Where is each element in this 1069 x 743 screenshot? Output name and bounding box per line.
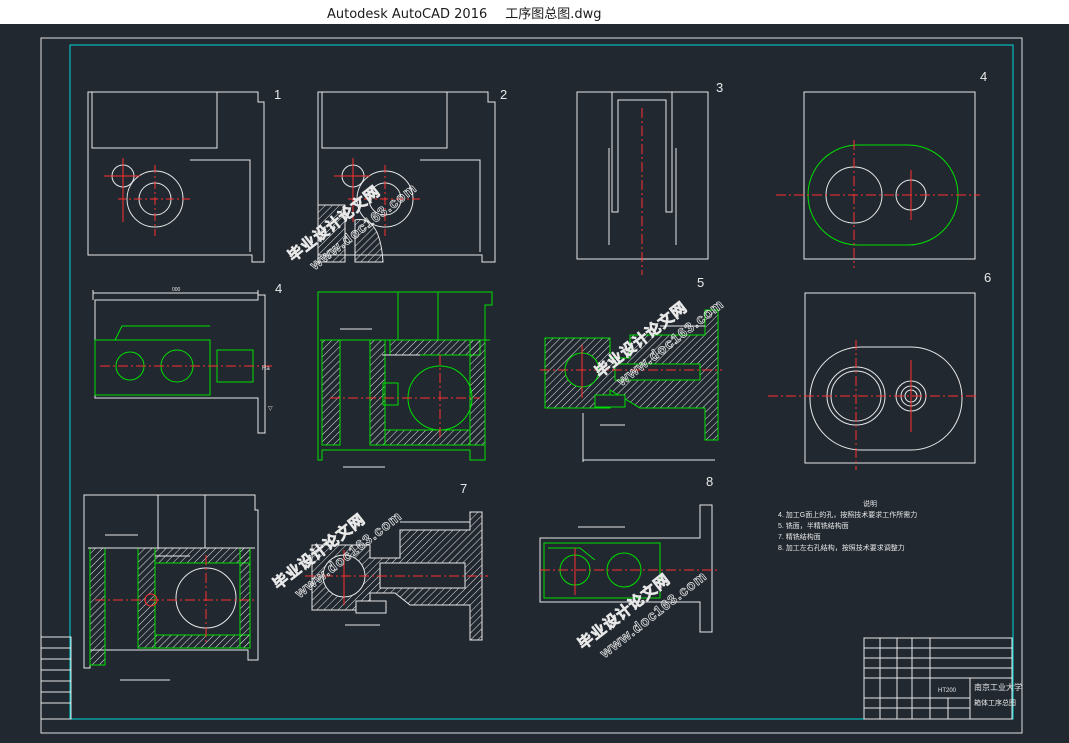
view-6-label: 6	[984, 270, 991, 285]
inner-frame	[69, 44, 1014, 720]
window-title: Autodesk AutoCAD 2016 工序图总图.dwg	[327, 3, 602, 22]
view-4-top[interactable]: 4	[776, 69, 987, 268]
view-4-middle-label: 4	[275, 281, 282, 296]
file-name: 工序图总图.dwg	[505, 7, 602, 22]
title-block: HT200 南京工业大学 箱体工序总图	[863, 637, 1022, 720]
svg-text:Ra: Ra	[262, 366, 270, 372]
left-revision-table	[40, 636, 72, 720]
view-1[interactable]: 1	[87, 87, 281, 263]
drawing-canvas[interactable]: 1 2 3 4 000 Ra ▽ 4 5 6 7 8 说明 4. 加工G面上的孔…	[0, 24, 1069, 739]
notes-heading: 说明	[863, 499, 877, 508]
watermark-1: 毕业设计论文网 www.doc163.com	[284, 179, 420, 274]
title-block-drawing-name: 箱体工序总图	[974, 698, 1016, 707]
view-1-label: 1	[274, 87, 281, 102]
svg-text:▽: ▽	[268, 406, 273, 412]
view-3[interactable]: 3	[576, 80, 723, 275]
view-2-label: 2	[500, 87, 507, 102]
note-line-4: 8. 加工左右孔结构，按照技术要求调整力	[778, 543, 905, 552]
watermark-4: 毕业设计论文网 www.doc163.com	[574, 567, 710, 662]
title-block-material: HT200	[938, 688, 957, 694]
title-block-school: 南京工业大学	[974, 682, 1022, 692]
view-3-label: 3	[716, 80, 723, 95]
technical-notes: 说明 4. 加工G面上的孔，按照技术要求工作所需力 5. 铣面，半精铣结构面 7…	[778, 499, 917, 552]
view-4-middle[interactable]: 000 Ra ▽ 4	[92, 281, 282, 434]
view-5-label: 5	[697, 275, 704, 290]
note-line-2: 5. 铣面，半精铣结构面	[778, 521, 849, 530]
view-7-label: 7	[460, 481, 467, 496]
section-view-row2[interactable]	[317, 291, 493, 468]
section-view-row3[interactable]	[83, 494, 259, 681]
app-name: Autodesk AutoCAD 2016	[327, 7, 488, 22]
note-line-3: 7. 精铣结构面	[778, 532, 821, 541]
outer-frame	[40, 37, 1023, 734]
view-8-label: 8	[706, 474, 713, 489]
window-titlebar: Autodesk AutoCAD 2016 工序图总图.dwg	[0, 0, 1069, 24]
view-4-top-label: 4	[980, 69, 987, 84]
view-6[interactable]: 6	[768, 270, 991, 470]
note-line-1: 4. 加工G面上的孔，按照技术要求工作所需力	[778, 510, 917, 519]
svg-text:000: 000	[172, 287, 181, 293]
